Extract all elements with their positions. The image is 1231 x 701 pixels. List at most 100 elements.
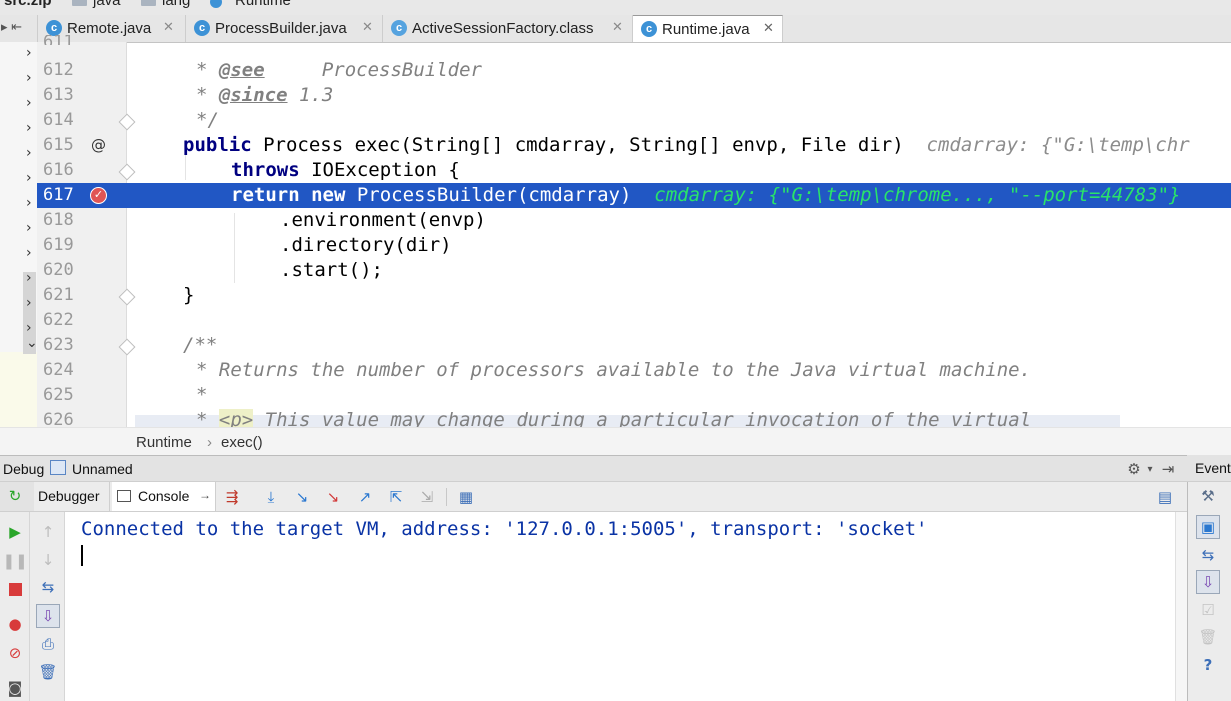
trash-icon[interactable]: 🗑 [38,662,58,682]
up-arrow-icon[interactable]: ↑ [38,522,58,542]
force-step-into-icon[interactable]: ↘ [323,487,343,507]
view-breakpoints-icon[interactable]: ● [5,614,25,634]
debug-config-name[interactable]: Unnamed [72,461,133,477]
tab-overflow[interactable]: ▸ ⇤ [0,15,38,42]
chevron-right-icon[interactable]: › [26,95,32,111]
soft-wrap-icon[interactable]: ⇆ [1198,545,1218,565]
print-icon[interactable]: ⎙ [38,634,58,654]
breadcrumb-method[interactable]: exec() [221,434,263,451]
tab-label: Console [138,488,190,504]
console-output[interactable] [65,512,1175,701]
chevron-right-icon[interactable]: › [26,145,32,161]
line-number: 624 [43,360,74,380]
show-execution-point-icon[interactable]: ⇶ [222,487,242,507]
chevron-down-icon[interactable]: ▾ [1140,459,1160,479]
text-caret [81,545,83,566]
step-over-icon[interactable]: ⤓ [261,487,281,507]
close-icon[interactable]: ✕ [163,19,174,35]
debug-left-toolbar: ↻ ▶ ❚❚ ● ⊘ ◙ [0,487,30,701]
step-into-icon[interactable]: ↘ [292,487,312,507]
mark-read-icon[interactable]: ☑ [1198,600,1218,620]
class-icon: c [194,20,210,36]
settings-wrench-icon[interactable]: ⚒ [1198,486,1218,506]
file-breadcrumb: src.zip java lang Runtime [0,0,1231,15]
console-scrollbar[interactable] [1175,512,1187,701]
breadcrumb-zip[interactable]: src.zip [4,0,52,9]
chevron-right-icon[interactable]: › [26,270,32,286]
mute-breakpoints-icon[interactable]: ⊘ [5,643,25,663]
pin-icon[interactable]: → [199,488,211,502]
step-out-icon[interactable]: ↗ [355,487,375,507]
chevron-down-icon[interactable]: ⌄ [26,335,38,351]
tab-label: ProcessBuilder.java [215,20,347,37]
chevron-right-icon[interactable]: › [26,220,32,236]
chevron-right-icon[interactable]: › [26,245,32,261]
trash-icon[interactable]: 🗑 [1198,627,1218,647]
code-line-624: * Returns the number of processors avail… [196,359,1032,381]
tab-list-icon[interactable]: ▸ ⇤ [1,19,22,35]
rerun-icon[interactable]: ↻ [5,486,25,506]
line-number: 615 [43,135,74,155]
code-line-617: return new ProcessBuilder(cmdarray) cmda… [231,184,1181,206]
soft-wrap-icon[interactable]: ⇆ [38,577,58,597]
tab-debugger[interactable]: Debugger [34,482,110,511]
chevron-right-icon[interactable]: › [26,295,32,311]
show-balloons-icon[interactable]: ▣ [1196,515,1220,539]
event-log-panel: ⚒ ▣ ⇆ ⇩ ☑ 🗑 ? [1187,455,1231,701]
down-arrow-icon[interactable]: ↓ [38,550,58,570]
pause-icon[interactable]: ❚❚ [2,551,27,571]
close-icon[interactable]: ✕ [763,20,774,36]
chevron-right-icon[interactable]: › [26,170,32,186]
chevron-right-icon[interactable]: › [26,70,32,86]
line-number: 622 [43,310,74,330]
chevron-right-icon[interactable]: › [26,120,32,136]
tab-label: Remote.java [67,20,152,37]
chevron-right-icon[interactable]: › [26,195,32,211]
tab-processbuilder-java[interactable]: c ProcessBuilder.java ✕ [186,15,383,42]
evaluate-expression-icon[interactable]: ▦ [456,487,476,507]
line-number: 619 [43,235,74,255]
tab-label: Debugger [38,488,100,504]
override-marker-icon[interactable]: @ [91,136,106,154]
close-icon[interactable]: ✕ [612,19,623,35]
help-icon[interactable]: ? [1198,655,1218,675]
line-number: 621 [43,285,74,305]
breadcrumb-java[interactable]: java [93,0,121,9]
tab-label: Runtime.java [662,21,750,38]
breadcrumb-lang[interactable]: lang [162,0,190,9]
code-line-614: */ [196,109,219,131]
folder-icon [72,0,87,6]
tab-runtime-java[interactable]: c Runtime.java ✕ [633,15,783,42]
resume-icon[interactable]: ▶ [5,522,25,542]
console-side-toolbar: ↑ ↓ ⇆ ⇩ ⎙ 🗑 [30,512,65,701]
chevron-right-icon[interactable]: › [26,320,32,336]
drop-frame-icon[interactable]: ⇱ [386,487,406,507]
scroll-to-end-icon[interactable]: ⇩ [36,604,60,628]
breadcrumb-class[interactable]: Runtime [136,434,192,451]
scroll-to-end-icon[interactable]: ⇩ [1196,570,1220,594]
code-line-612: * @see ProcessBuilder [196,59,482,81]
stop-icon[interactable] [5,579,25,599]
breadcrumb-runtime[interactable]: Runtime [235,0,291,9]
code-line-621: } [183,284,195,306]
breadcrumb-separator-icon: › [207,434,212,451]
event-log-header: Event [1187,455,1231,482]
chevron-right-icon[interactable]: › [26,45,32,61]
code-line-616: throws IOException { [231,159,460,181]
folder-icon [141,0,156,6]
hide-panel-icon[interactable]: ⇥ [1158,459,1178,479]
inline-debug-hint: cmdarray: {"G:\temp\chrome..., "--port=4… [631,184,1181,206]
code-editor[interactable]: * @see ProcessBuilder * @since 1.3 */ pu… [127,42,1231,427]
camera-icon[interactable]: ◙ [5,678,25,698]
inline-debug-hint: cmdarray: {"G:\temp\chr [903,134,1190,156]
tab-console[interactable]: Console → [112,482,216,511]
code-line-623: /** [183,334,218,356]
line-number: 612 [43,60,74,80]
console-line: Connected to the target VM, address: '12… [81,518,928,540]
restore-layout-icon[interactable]: ▤ [1155,487,1175,507]
breakpoint-icon[interactable]: ✓ [90,187,107,204]
code-line-615: public Process exec(String[] cmdarray, S… [183,134,1190,156]
close-icon[interactable]: ✕ [362,19,373,35]
tab-activesessionfactory-class[interactable]: c ActiveSessionFactory.class ✕ [383,15,633,42]
run-to-cursor-icon[interactable]: ⇲ [417,487,437,507]
